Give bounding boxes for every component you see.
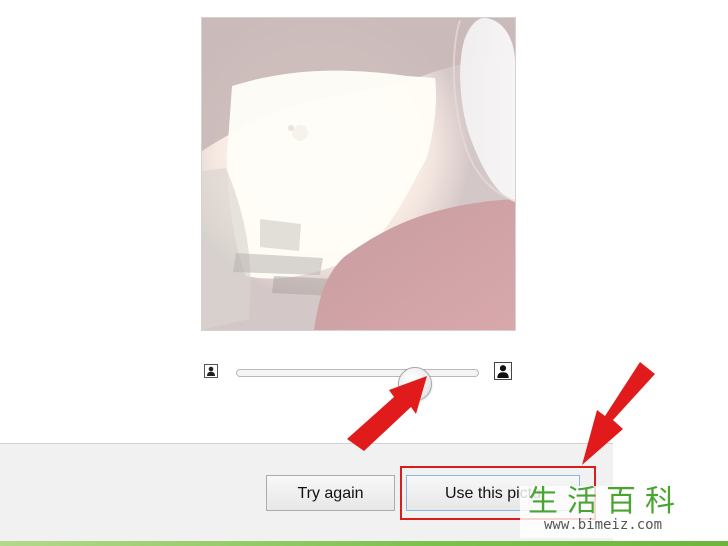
try-again-button[interactable]: Try again [266, 475, 395, 511]
use-picture-arrow-icon [582, 362, 655, 465]
webcam-preview [201, 17, 516, 331]
bottom-accent-line [0, 541, 728, 546]
watermark-url: www.bimeiz.com [544, 517, 663, 533]
watermark-logo: 生活百科 www.bimeiz.com [520, 486, 722, 538]
person-small-icon [204, 364, 218, 378]
watermark-title: 生活百科 [528, 486, 684, 519]
slider-arrow-icon [347, 376, 427, 451]
person-large-icon [494, 362, 512, 380]
